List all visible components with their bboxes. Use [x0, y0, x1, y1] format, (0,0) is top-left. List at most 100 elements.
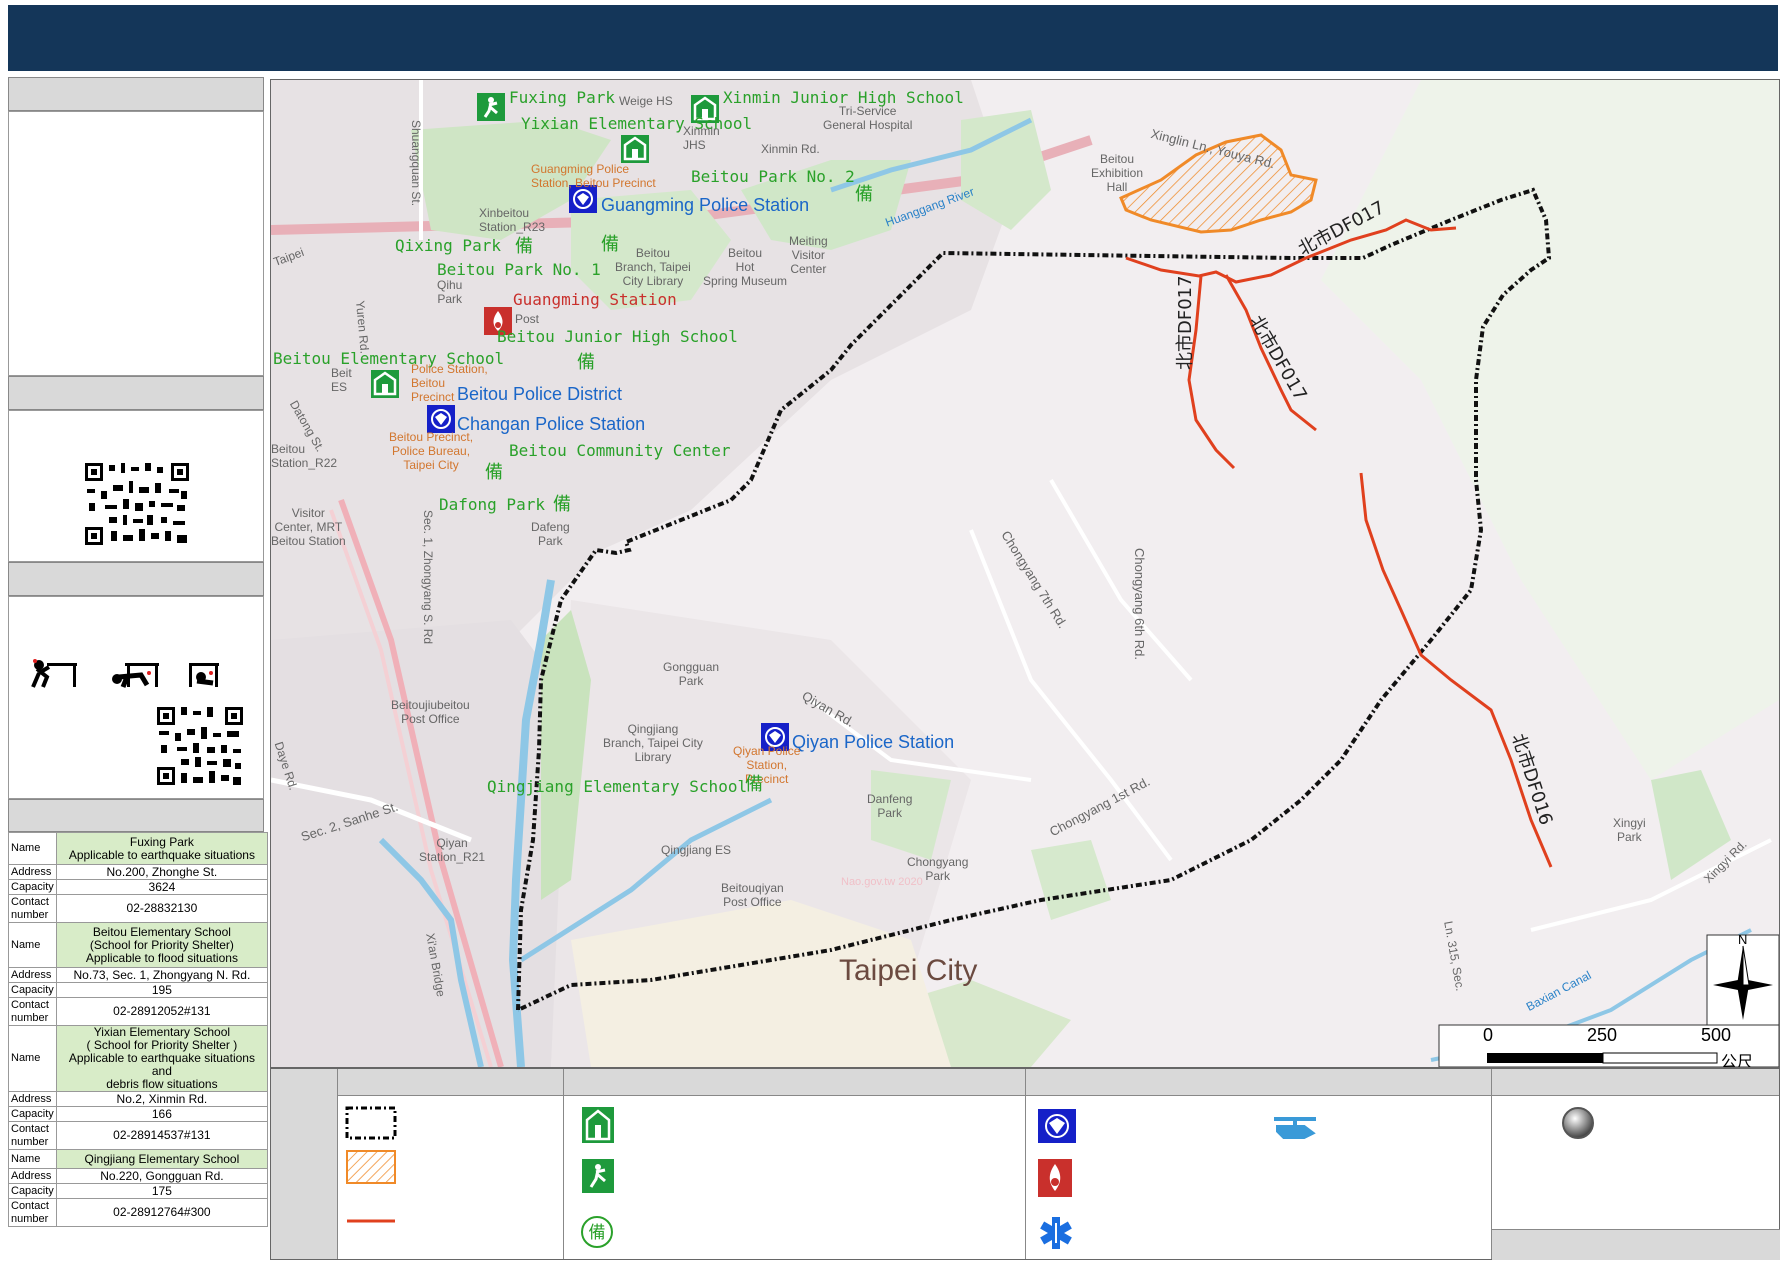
park-shelter-icon[interactable]	[477, 93, 505, 121]
shelter-address: No.73, Sec. 1, Zhongyang N. Rd.	[55, 967, 269, 983]
row-key-contact: Contact number	[8, 1121, 57, 1150]
medical-legend-icon	[1040, 1217, 1072, 1249]
scale-0: 0	[1483, 1025, 1494, 1045]
shelter-address: No.220, Gongguan Rd.	[55, 1168, 269, 1184]
map-area[interactable]: Fuxing Park Weige HS Yixian Elementary S…	[270, 79, 1780, 1068]
table-row: Capacity 175	[8, 1183, 269, 1199]
shelter-name-line: Fuxing Park	[129, 834, 194, 849]
map-label-tri-service: Tri-Service General Hospital	[823, 104, 913, 132]
drop-icon	[31, 659, 77, 688]
table-row: Address No.2, Xinmin Rd.	[8, 1091, 269, 1107]
row-key-capacity: Capacity	[8, 879, 57, 895]
svg-text:備: 備	[589, 1223, 606, 1243]
police-legend-icon	[1038, 1109, 1076, 1143]
map-label-beitou-precinct: Beitou Precinct, Police Bureau, Taipei C…	[389, 430, 474, 472]
row-key-name: Name	[8, 922, 57, 968]
boundary-legend-icon	[345, 1106, 397, 1140]
map-label-meiting: Meiting Visitor Center	[789, 234, 828, 276]
table-row: Contact number 02-28912764#300	[8, 1198, 269, 1227]
map-label-beitou-branch: Beitou Branch, Taipei City Library	[615, 246, 691, 288]
map-label-beitoujiubeitou: Beitoujiubeitou Post Office	[391, 698, 470, 726]
panel-box-3	[8, 596, 264, 799]
table-row: Contact number 02-28832130	[8, 894, 269, 923]
map-label-hot-spring: Beitou Hot Spring Museum	[703, 246, 788, 288]
legend-col-2: 備	[563, 1069, 1025, 1259]
map-label-weige: Weige HS	[619, 94, 673, 108]
shelter-address: No.200, Zhonghe St.	[55, 864, 269, 880]
map-watermark: Nao.gov.tw 2020	[841, 876, 923, 888]
school-shelter-legend-icon	[582, 1107, 614, 1143]
row-key-capacity: Capacity	[8, 1183, 57, 1199]
map-label-qixing-park: Qixing Park	[395, 236, 501, 255]
table-row: Name Fuxing Park Applicable to earthquake …	[8, 832, 269, 865]
map-label-visitor-center: Visitor Center, MRT Beitou Station	[271, 506, 346, 548]
map-label-danfeng: Danfeng Park	[867, 792, 913, 820]
map-label-es-small: Beit ES	[331, 366, 352, 394]
table-row: Capacity 3624	[8, 879, 269, 895]
shelter-name: Fuxing Park Applicable to earthquake situ…	[55, 832, 269, 865]
map-label-guangming-police-small: Guangming Police Station, Beitou Precinc…	[531, 162, 656, 190]
panel-box-1	[8, 111, 264, 376]
map-label-qingjiang-es: Qingjiang Elementary School	[487, 777, 748, 796]
map-label-chongyang-6: Chongyang 6th Rd.	[1132, 548, 1147, 661]
shelter-capacity: 3624	[55, 879, 269, 895]
table-row: Contact number 02-28912052#131	[8, 997, 269, 1026]
qr-code-icon-2[interactable]	[155, 705, 245, 787]
row-key-contact: Contact number	[8, 997, 57, 1026]
shelter-name-line: (School for Priority Shelter)	[89, 937, 234, 952]
map-label-exhibition: Beitou Exhibition Hall	[1091, 152, 1144, 194]
legend-col-1	[337, 1069, 563, 1259]
title-bar	[8, 5, 1778, 71]
shelter-name: Qingjiang Elementary School	[55, 1149, 269, 1169]
map-label-gongguan: Gongguan Park	[663, 660, 720, 688]
row-key-address: Address	[8, 1091, 57, 1107]
map-label-xinmin-jhs: Xinmin JHS	[683, 124, 720, 152]
map-label-qingjiang-lib: Qingjiang Branch, Taipei City Library	[603, 722, 703, 764]
table-row: Address No.200, Zhonghe St.	[8, 864, 269, 880]
shelter-contact: 02-28912052#131	[55, 997, 269, 1026]
cover-icon	[112, 663, 159, 688]
table-row: Capacity 195	[8, 982, 269, 998]
row-key-capacity: Capacity	[8, 982, 57, 998]
map-label-beitou-park-1: Beitou Park No. 1	[437, 260, 601, 279]
shelter-name-line: Applicable to flood situations	[85, 950, 238, 965]
table-row: Name Qingjiang Elementary School	[8, 1149, 269, 1169]
row-key-contact: Contact number	[8, 894, 57, 923]
shelter-capacity: 195	[55, 982, 269, 998]
shelter-capacity: 166	[55, 1106, 269, 1122]
shelter-contact: 02-28912764#300	[55, 1198, 269, 1227]
school-shelter-icon[interactable]	[371, 370, 399, 398]
shelter-name-line: Applicable to earthquake situations and	[68, 1051, 255, 1078]
map-label-beitou-park-2: Beitou Park No. 2	[691, 167, 855, 186]
landslide-legend-icon	[346, 1150, 396, 1184]
map-label-beitou-jhs: Beitou Junior High School	[497, 327, 738, 346]
map-label-df017-b: 北市DF017	[1175, 275, 1196, 370]
park-shelter-legend-icon	[582, 1159, 614, 1193]
shelter-contact: 02-28832130	[55, 894, 269, 923]
legend-side-header	[271, 1069, 337, 1259]
school-shelter-icon[interactable]	[621, 135, 649, 163]
north-arrow-label: N	[1738, 932, 1748, 947]
map-label-beitou-community: Beitou Community Center	[509, 441, 731, 460]
legend-col-3-header	[1026, 1069, 1491, 1096]
legend-col-4-footer	[1492, 1229, 1780, 1260]
police-icon[interactable]	[427, 405, 455, 433]
qr-code-icon[interactable]	[83, 461, 191, 547]
row-key-name: Name	[8, 1025, 57, 1092]
map-label-qingjiang-es-small: Qingjiang ES	[661, 843, 732, 857]
reserve-shelter-marker: 備	[601, 234, 619, 255]
legend-col-3	[1025, 1069, 1491, 1259]
fire-station-legend-icon	[1038, 1159, 1072, 1197]
reserve-shelter-marker: 備	[577, 352, 595, 373]
map-label-taipei-city: Taipei City	[839, 954, 978, 987]
shelter-name-line: Beitou Elementary School	[92, 924, 231, 939]
circle-marker-legend-icon	[1562, 1107, 1594, 1139]
map-label-qiyan-police: Qiyan Police Station	[792, 732, 955, 752]
row-key-capacity: Capacity	[8, 1106, 57, 1122]
map-label-beitouqiyan-post: Beitouqiyan Post Office	[721, 881, 784, 909]
row-key-address: Address	[8, 967, 57, 983]
table-row: Capacity 166	[8, 1106, 269, 1122]
panel-box-2	[8, 410, 264, 562]
scale-250: 250	[1587, 1025, 1618, 1045]
row-key-address: Address	[8, 864, 57, 880]
